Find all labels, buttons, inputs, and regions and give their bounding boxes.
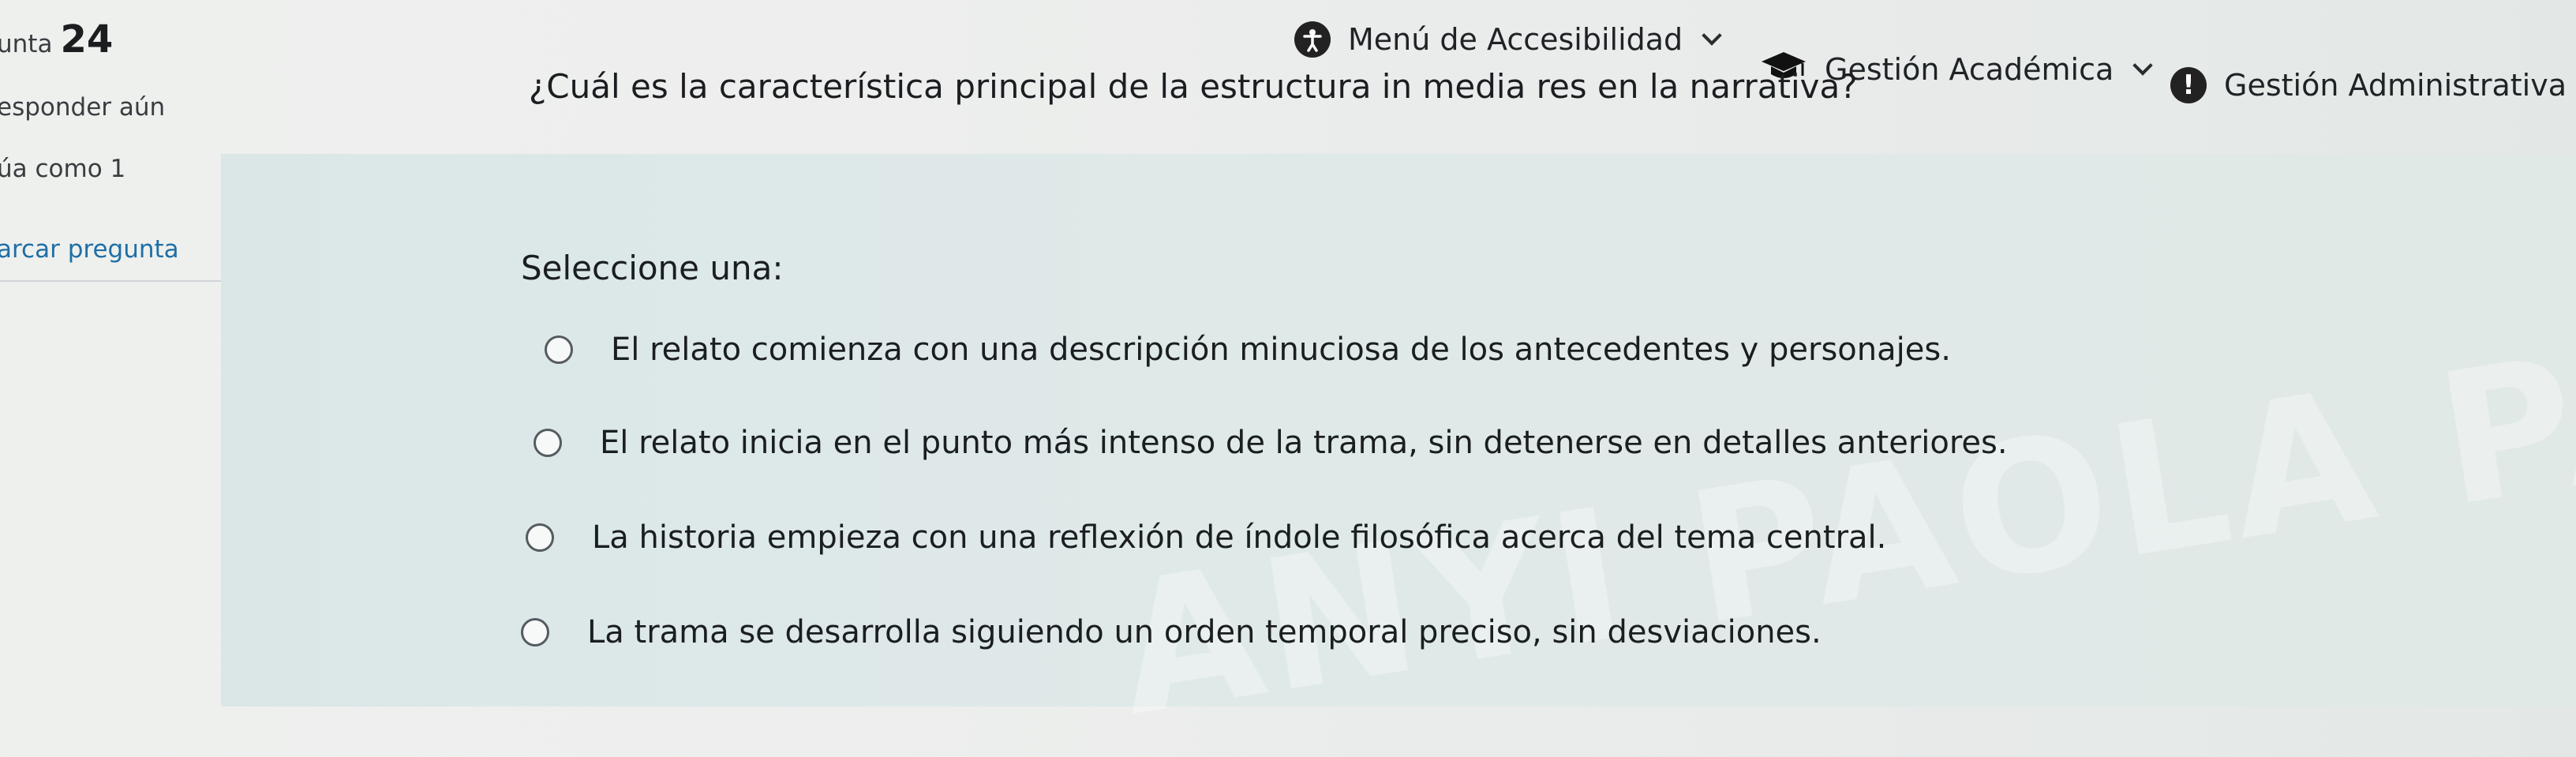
divider bbox=[0, 280, 225, 282]
question-text: ¿Cuál es la característica principal de … bbox=[529, 67, 1858, 106]
question-content: ANYI PAOLA PALACIOS PALA ¿Cuál es la car… bbox=[221, 67, 2576, 757]
answer-text: La historia empieza con una reflexión de… bbox=[592, 519, 1887, 556]
academic-menu-label: Gestión Académica bbox=[1825, 52, 2114, 87]
admin-menu-label: Gestión Administrativa bbox=[2224, 68, 2567, 103]
answer-text: El relato comienza con una descripción m… bbox=[611, 332, 1951, 368]
answer-option-2[interactable]: El relato inicia en el punto más intenso… bbox=[534, 425, 2008, 461]
admin-menu[interactable]: ! Gestión Administrativa bbox=[2170, 62, 2576, 109]
question-label: unta bbox=[0, 30, 53, 58]
chevron-down-icon bbox=[1702, 25, 1722, 46]
accessibility-icon bbox=[1294, 21, 1331, 58]
question-grade: úa como 1 bbox=[0, 155, 126, 183]
flag-question-link[interactable]: arcar pregunta bbox=[0, 235, 179, 264]
question-number-row: unta 24 bbox=[0, 17, 113, 62]
question-number: 24 bbox=[60, 17, 114, 62]
answer-option-1[interactable]: El relato comienza con una descripción m… bbox=[545, 332, 1951, 368]
question-info: unta 24 esponder aún úa como 1 arcar preg… bbox=[0, 0, 237, 300]
radio-button[interactable] bbox=[545, 335, 573, 364]
answer-option-3[interactable]: La historia empieza con una reflexión de… bbox=[526, 519, 1886, 556]
answer-text: El relato inicia en el punto más intenso… bbox=[600, 425, 2008, 461]
chevron-down-icon bbox=[2132, 55, 2153, 76]
answer-prompt: Seleccione una: bbox=[521, 249, 784, 287]
accessibility-menu-label: Menú de Accesibilidad bbox=[1348, 22, 1683, 57]
radio-button[interactable] bbox=[534, 429, 562, 457]
question-state: esponder aún bbox=[0, 93, 166, 122]
watermark: ANYI PAOLA PALACIOS PALA bbox=[1105, 84, 2576, 757]
radio-button[interactable] bbox=[526, 523, 554, 552]
accessibility-menu[interactable]: Menú de Accesibilidad bbox=[1294, 16, 1722, 63]
answer-option-4[interactable]: La trama se desarrolla siguiendo un orde… bbox=[521, 614, 1822, 650]
alert-icon: ! bbox=[2170, 67, 2207, 103]
answer-text: La trama se desarrolla siguiendo un orde… bbox=[587, 614, 1822, 650]
radio-button[interactable] bbox=[521, 618, 549, 646]
